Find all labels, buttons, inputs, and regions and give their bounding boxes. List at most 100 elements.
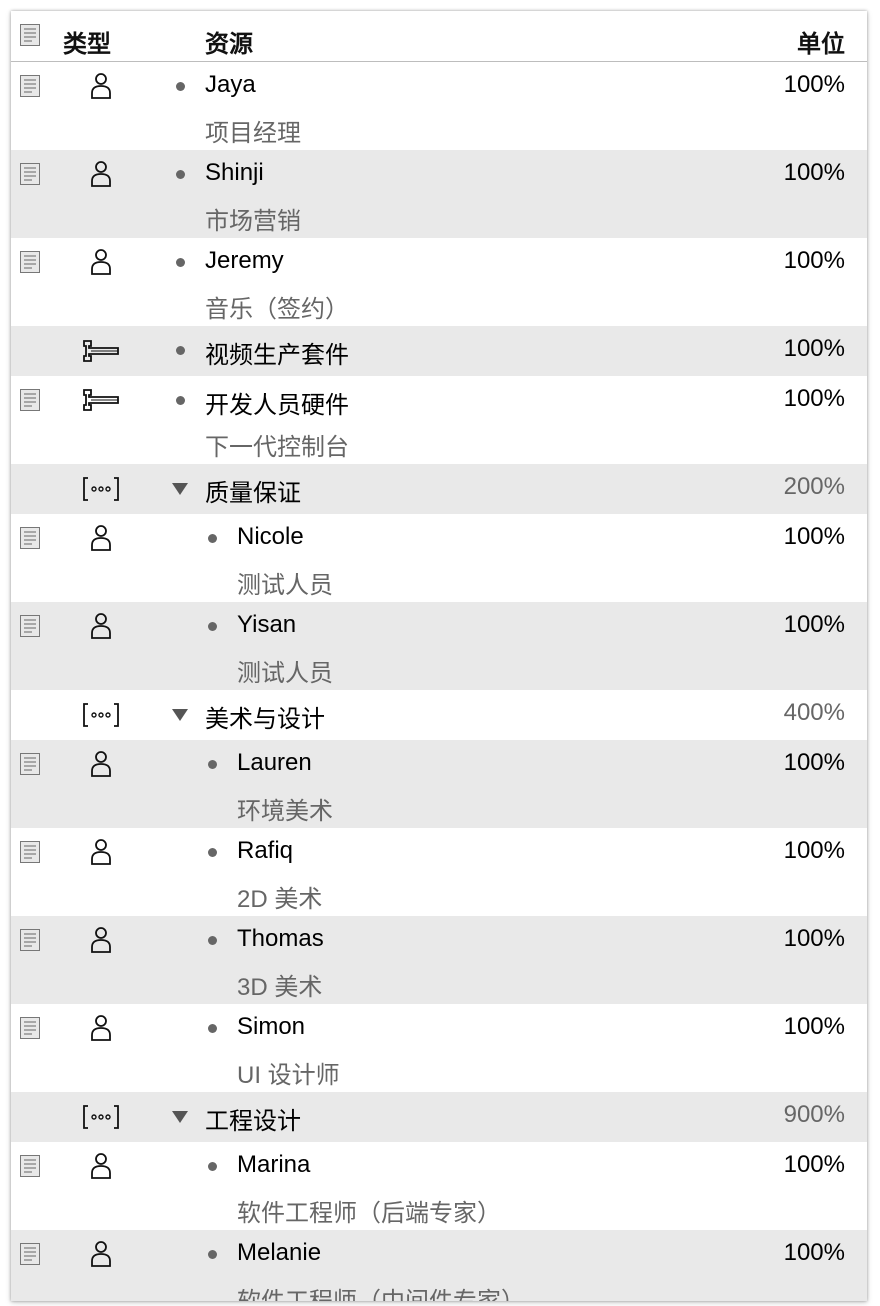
unit-value[interactable]: 100% [784,523,845,551]
resource-note: 环境美术 [237,798,333,825]
unit-value[interactable]: 100% [784,925,845,953]
person-icon [91,161,111,187]
resource-name[interactable]: Jaya [205,71,256,99]
type-column-header[interactable]: 类型 [63,24,111,59]
group-icon [83,703,119,727]
person-icon [91,613,111,639]
unit-value[interactable]: 100% [784,247,845,275]
unit-value[interactable]: 100% [784,1239,845,1267]
group-row[interactable]: 工程设计 900% [11,1092,867,1142]
disclosure-triangle-icon[interactable] [172,483,188,495]
resource-name[interactable]: Shinji [205,159,264,187]
note-icon[interactable] [20,163,40,185]
resource-row[interactable]: Yisan 测试人员 100% [11,602,867,690]
equipment-icon [83,340,119,362]
disclosure-triangle-icon[interactable] [172,709,188,721]
note-icon[interactable] [20,1017,40,1039]
equipment-icon [83,389,119,411]
resource-name[interactable]: 美术与设计 [205,699,325,734]
resource-name[interactable]: 视频生产套件 [205,335,349,370]
resource-note: 音乐（签约） [205,296,349,323]
group-icon [83,477,119,501]
note-icon[interactable] [20,841,40,863]
note-icon[interactable] [20,527,40,549]
person-icon [91,249,111,275]
resource-row[interactable]: 视频生产套件 100% [11,326,867,376]
bullet-icon [208,534,217,543]
column-header: 类型 资源 单位 [11,11,867,62]
note-icon[interactable] [20,251,40,273]
unit-value[interactable]: 100% [784,335,845,363]
note-icon[interactable] [20,929,40,951]
note-icon[interactable] [20,1243,40,1265]
resource-note: UI 设计师 [237,1062,340,1089]
notes-column-icon[interactable] [20,24,40,46]
bullet-icon [208,936,217,945]
resource-note: 软件工程师（中间件专家） [237,1281,525,1301]
unit-value[interactable]: 100% [784,611,845,639]
resource-row[interactable]: 开发人员硬件下一代控制台 100% [11,376,867,464]
resource-name[interactable]: Yisan [237,611,296,639]
unit-column-header[interactable]: 单位 [797,24,845,59]
resource-row[interactable]: Lauren 环境美术 100% [11,740,867,828]
note-icon[interactable] [20,389,40,411]
resource-row[interactable]: Marina 软件工程师（后端专家） 100% [11,1142,867,1230]
resource-name[interactable]: 开发人员硬件 [205,385,349,420]
resource-note: 2D 美术 [237,886,323,913]
bullet-icon [176,82,185,91]
resource-note: 软件工程师（后端专家） [237,1200,501,1227]
bullet-icon [176,396,185,405]
person-icon [91,927,111,953]
unit-value[interactable]: 100% [784,159,845,187]
unit-value[interactable]: 100% [784,385,845,413]
group-row[interactable]: 美术与设计 400% [11,690,867,740]
resource-name[interactable]: Marina [237,1151,310,1179]
resource-name[interactable]: Rafiq [237,837,293,865]
bullet-icon [208,1024,217,1033]
resource-note: 测试人员 [237,660,333,687]
person-icon [91,1015,111,1041]
resource-outline: 类型 资源 单位 Jaya 项目经理 100% Shinji 市场营销 100% Jerem… [11,11,867,1301]
note-icon[interactable] [20,753,40,775]
group-row[interactable]: 质量保证 200% [11,464,867,514]
resource-name[interactable]: Jeremy [205,247,284,275]
bullet-icon [176,258,185,267]
resource-row[interactable]: Melanie 软件工程师（中间件专家） 100% [11,1230,867,1301]
resource-name[interactable]: Melanie [237,1239,321,1267]
unit-value[interactable]: 900% [784,1101,845,1129]
resource-column-header[interactable]: 资源 [205,24,253,59]
resource-name[interactable]: Nicole [237,523,304,551]
unit-value[interactable]: 200% [784,473,845,501]
resource-note: 下一代控制台 [205,434,349,461]
resource-row[interactable]: Rafiq 2D 美术 100% [11,828,867,916]
resource-row[interactable]: Nicole 测试人员 100% [11,514,867,602]
resource-row[interactable]: Simon UI 设计师 100% [11,1004,867,1092]
person-icon [91,73,111,99]
unit-value[interactable]: 100% [784,749,845,777]
disclosure-triangle-icon[interactable] [172,1111,188,1123]
resource-name[interactable]: 质量保证 [205,473,301,508]
unit-value[interactable]: 100% [784,1151,845,1179]
resource-row[interactable]: Thomas 3D 美术 100% [11,916,867,1004]
resource-row[interactable]: Jaya 项目经理 100% [11,62,867,150]
person-icon [91,525,111,551]
bullet-icon [208,760,217,769]
person-icon [91,1241,111,1267]
resource-row[interactable]: Shinji 市场营销 100% [11,150,867,238]
resource-note: 3D 美术 [237,974,323,1001]
note-icon[interactable] [20,75,40,97]
resource-name[interactable]: Simon [237,1013,305,1041]
resource-name[interactable]: Lauren [237,749,312,777]
resource-name[interactable]: 工程设计 [205,1101,301,1136]
resource-rows: Jaya 项目经理 100% Shinji 市场营销 100% Jeremy 音乐（签约） 10… [11,62,867,1301]
unit-value[interactable]: 100% [784,837,845,865]
bullet-icon [208,848,217,857]
unit-value[interactable]: 100% [784,71,845,99]
unit-value[interactable]: 400% [784,699,845,727]
bullet-icon [208,622,217,631]
unit-value[interactable]: 100% [784,1013,845,1041]
note-icon[interactable] [20,1155,40,1177]
resource-name[interactable]: Thomas [237,925,324,953]
resource-row[interactable]: Jeremy 音乐（签约） 100% [11,238,867,326]
note-icon[interactable] [20,615,40,637]
